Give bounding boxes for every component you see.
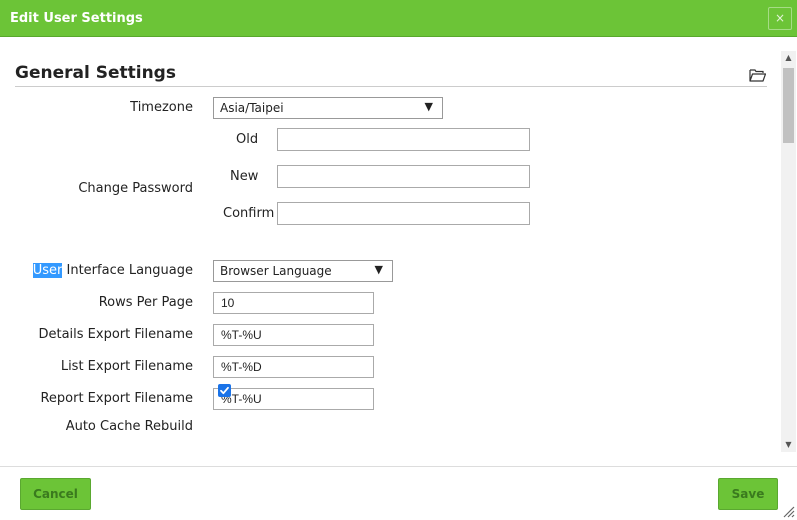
resize-grip-icon[interactable] xyxy=(781,504,795,518)
rows-per-page-field[interactable] xyxy=(213,292,374,314)
close-button[interactable]: × xyxy=(768,7,792,30)
details-export-label: Details Export Filename xyxy=(38,327,193,342)
ui-language-value: Browser Language xyxy=(220,264,332,278)
cancel-button[interactable]: Cancel xyxy=(20,478,91,510)
list-export-field[interactable] xyxy=(213,356,374,378)
timezone-label: Timezone xyxy=(130,100,193,115)
dialog-title: Edit User Settings xyxy=(10,11,143,26)
change-password-label: Change Password xyxy=(78,181,193,196)
vertical-scrollbar[interactable]: ▲ ▼ xyxy=(781,51,796,452)
rows-per-page-label: Rows Per Page xyxy=(98,295,193,310)
folder-open-icon[interactable] xyxy=(749,68,766,82)
scroll-up-arrow-icon[interactable]: ▲ xyxy=(781,51,796,65)
ui-language-label: User Interface Language xyxy=(0,263,193,278)
details-export-field[interactable] xyxy=(213,324,374,346)
old-password-label: Old xyxy=(236,132,259,147)
new-password-label: New xyxy=(230,169,259,184)
scroll-down-arrow-icon[interactable]: ▼ xyxy=(781,438,796,452)
timezone-select[interactable]: Asia/Taipei ▼ xyxy=(213,97,443,119)
auto-cache-checkbox[interactable] xyxy=(218,384,231,397)
save-button[interactable]: Save xyxy=(718,478,778,510)
footer-divider xyxy=(0,466,797,467)
confirm-password-field[interactable] xyxy=(277,202,530,225)
ui-language-label-rest: Interface Language xyxy=(62,263,194,278)
dialog-titlebar: Edit User Settings × xyxy=(0,0,797,37)
report-export-label: Report Export Filename xyxy=(40,391,193,406)
close-icon: × xyxy=(774,11,786,25)
confirm-password-label: Confirm xyxy=(223,206,275,221)
section-divider xyxy=(15,86,767,87)
new-password-field[interactable] xyxy=(277,165,530,188)
ui-language-label-selection: User xyxy=(32,263,63,278)
section-title: General Settings xyxy=(15,63,176,83)
settings-content: General Settings Timezone Asia/Taipei ▼ … xyxy=(0,37,781,452)
caret-down-icon: ▼ xyxy=(424,100,433,113)
old-password-field[interactable] xyxy=(277,128,530,151)
timezone-value: Asia/Taipei xyxy=(220,101,284,115)
scrollbar-thumb[interactable] xyxy=(783,68,794,143)
list-export-label: List Export Filename xyxy=(60,359,193,374)
auto-cache-label: Auto Cache Rebuild xyxy=(65,419,193,434)
caret-down-icon: ▼ xyxy=(374,263,383,276)
ui-language-select[interactable]: Browser Language ▼ xyxy=(213,260,393,282)
checkmark-icon xyxy=(220,386,229,395)
report-export-field[interactable] xyxy=(213,388,374,410)
